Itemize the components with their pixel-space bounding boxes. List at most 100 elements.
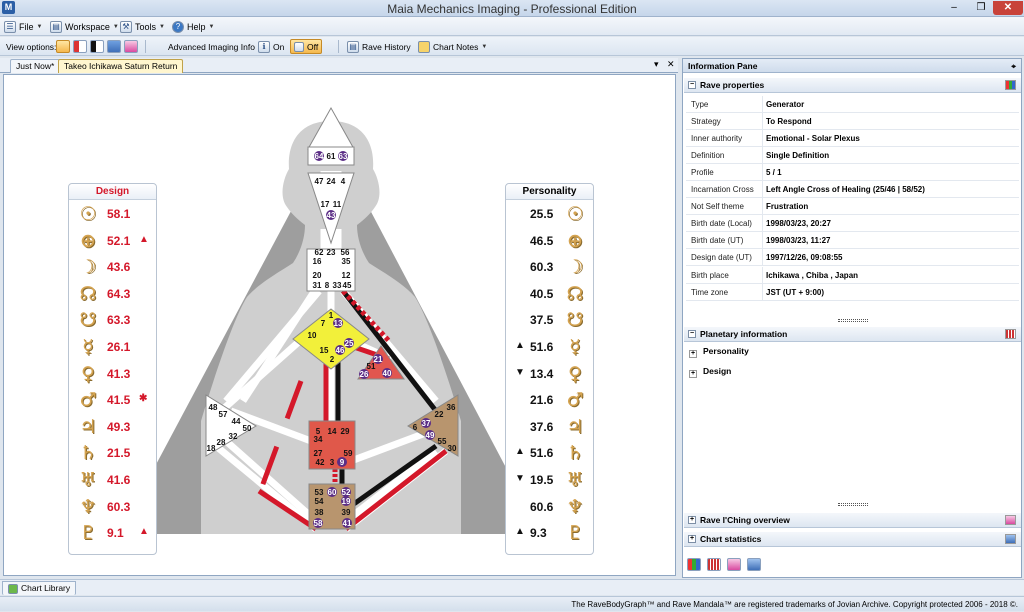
planet-row[interactable]: ☊ 64.3 bbox=[69, 283, 158, 309]
gate-44[interactable]: 44 bbox=[232, 417, 241, 426]
gate-61[interactable]: 61 bbox=[327, 152, 336, 161]
gate-27[interactable]: 27 bbox=[314, 449, 323, 458]
gate-9[interactable]: 9 bbox=[340, 458, 345, 467]
gate-20[interactable]: 20 bbox=[313, 271, 322, 280]
gate-16[interactable]: 16 bbox=[313, 257, 322, 266]
view-personality-icon[interactable] bbox=[90, 40, 104, 53]
gate-47[interactable]: 47 bbox=[315, 177, 324, 186]
gate-60[interactable]: 60 bbox=[328, 488, 337, 497]
planet-row[interactable]: ♇ 9.1 ▲ bbox=[69, 522, 158, 548]
gate-14[interactable]: 14 bbox=[328, 427, 337, 436]
gate-49[interactable]: 49 bbox=[426, 431, 435, 440]
planet-row[interactable]: ♂ 21.6 bbox=[506, 389, 595, 415]
gate-26[interactable]: 26 bbox=[360, 370, 369, 379]
gate-54[interactable]: 54 bbox=[315, 497, 324, 506]
splitter-grip[interactable] bbox=[838, 319, 868, 322]
gate-56[interactable]: 56 bbox=[341, 248, 350, 257]
gate-32[interactable]: 32 bbox=[229, 432, 238, 441]
collapse-icon[interactable]: − bbox=[688, 330, 696, 338]
rave-history-button[interactable]: ▤ Rave History bbox=[347, 39, 411, 54]
gate-42[interactable]: 42 bbox=[316, 458, 325, 467]
menu-file[interactable]: ☰ File ▼ bbox=[4, 19, 42, 34]
view-connection-icon[interactable] bbox=[124, 40, 138, 53]
gate-57[interactable]: 57 bbox=[219, 410, 228, 419]
gate-63[interactable]: 63 bbox=[339, 152, 348, 161]
gate-52[interactable]: 52 bbox=[342, 488, 351, 497]
info-off-toggle[interactable]: Off bbox=[290, 39, 323, 54]
iching-header[interactable]: + Rave I'Ching overview bbox=[684, 513, 1021, 528]
expand-icon[interactable]: + bbox=[688, 516, 696, 524]
chart-notes-button[interactable]: Chart Notes ▼ bbox=[418, 39, 487, 54]
view-graph-icon[interactable] bbox=[56, 40, 70, 53]
gate-12[interactable]: 12 bbox=[342, 271, 351, 280]
gate-4[interactable]: 4 bbox=[341, 177, 346, 186]
gate-29[interactable]: 29 bbox=[341, 427, 350, 436]
close-window-button[interactable]: ✕ bbox=[993, 1, 1023, 15]
tab-just-now[interactable]: Just Now* bbox=[10, 59, 61, 73]
gate-19[interactable]: 19 bbox=[342, 497, 351, 506]
maximize-button[interactable]: ❒ bbox=[970, 1, 992, 15]
menu-help[interactable]: ? Help ▼ bbox=[172, 19, 214, 34]
gate-62[interactable]: 62 bbox=[315, 248, 324, 257]
planet-row[interactable]: ☿ 26.1 bbox=[69, 336, 158, 362]
planet-row[interactable]: ☋ 37.5 bbox=[506, 309, 595, 335]
view-design-icon[interactable] bbox=[73, 40, 87, 53]
planet-row[interactable]: ♅ 41.6 bbox=[69, 469, 158, 495]
expand-icon[interactable]: + bbox=[689, 370, 697, 378]
planet-row[interactable]: ⊕ 46.5 bbox=[506, 230, 595, 256]
planet-row[interactable]: ☉ 25.5 bbox=[506, 203, 595, 229]
planet-row[interactable]: ♄ 21.5 bbox=[69, 442, 158, 468]
gate-31[interactable]: 31 bbox=[313, 281, 322, 290]
menu-tools[interactable]: ⚒ Tools ▼ bbox=[120, 19, 165, 34]
gate-35[interactable]: 35 bbox=[342, 257, 351, 266]
chart-stats-header[interactable]: + Chart statistics bbox=[684, 532, 1021, 547]
gate-8[interactable]: 8 bbox=[325, 281, 330, 290]
gate-30[interactable]: 30 bbox=[448, 444, 457, 453]
info-on-toggle[interactable]: ℹ On bbox=[258, 39, 284, 54]
planet-row[interactable]: ☽ 60.3 bbox=[506, 256, 595, 282]
gate-64[interactable]: 64 bbox=[315, 152, 324, 161]
tab-chart[interactable]: Takeo Ichikawa Saturn Return bbox=[58, 59, 184, 73]
gate-10[interactable]: 10 bbox=[308, 331, 317, 340]
gate-25[interactable]: 25 bbox=[345, 339, 354, 348]
gate-37[interactable]: 37 bbox=[422, 419, 431, 428]
chart-stats-icon[interactable] bbox=[747, 558, 761, 571]
planet-row[interactable]: ♅ 19.5 ▼ bbox=[506, 469, 595, 495]
planet-row[interactable]: ☉ 58.1 bbox=[69, 203, 158, 229]
planet-row[interactable]: ♀ 13.4 ▼ bbox=[506, 363, 595, 389]
pin-icon[interactable]: ⌖ bbox=[1011, 61, 1016, 72]
planet-row[interactable]: ♇ 9.3 ▲ bbox=[506, 522, 595, 548]
expand-icon[interactable]: + bbox=[689, 350, 697, 358]
gate-41[interactable]: 41 bbox=[343, 519, 352, 528]
gate-3[interactable]: 3 bbox=[330, 458, 335, 467]
planet-row[interactable]: ♂ 41.5 ✱ bbox=[69, 389, 158, 415]
gate-22[interactable]: 22 bbox=[435, 410, 444, 419]
gate-11[interactable]: 11 bbox=[333, 200, 342, 209]
gate-45[interactable]: 45 bbox=[343, 281, 352, 290]
gate-48[interactable]: 48 bbox=[209, 403, 218, 412]
gate-43[interactable]: 43 bbox=[327, 211, 336, 220]
iching-icon[interactable] bbox=[727, 558, 741, 571]
gate-38[interactable]: 38 bbox=[315, 508, 324, 517]
planet-row[interactable]: ☿ 51.6 ▲ bbox=[506, 336, 595, 362]
gate-34[interactable]: 34 bbox=[314, 435, 323, 444]
tree-design[interactable]: + Design bbox=[686, 366, 1019, 383]
menu-workspace[interactable]: ▤ Workspace ▼ bbox=[50, 19, 119, 34]
splitter-grip[interactable] bbox=[838, 503, 868, 506]
rave-properties-icon[interactable] bbox=[687, 558, 701, 571]
gate-55[interactable]: 55 bbox=[438, 437, 447, 446]
planetary-info-icon[interactable] bbox=[707, 558, 721, 571]
gate-23[interactable]: 23 bbox=[327, 248, 336, 257]
gate-40[interactable]: 40 bbox=[383, 369, 392, 378]
planet-row[interactable]: ☽ 43.6 bbox=[69, 256, 158, 282]
view-transit-icon[interactable] bbox=[107, 40, 121, 53]
gate-53[interactable]: 53 bbox=[315, 488, 324, 497]
gate-59[interactable]: 59 bbox=[344, 449, 353, 458]
gate-18[interactable]: 18 bbox=[207, 444, 216, 453]
tab-list-icon[interactable]: ▾ bbox=[654, 59, 659, 70]
minimize-button[interactable]: – bbox=[943, 1, 965, 15]
chart-library-tab[interactable]: Chart Library bbox=[2, 581, 77, 595]
planet-row[interactable]: ♄ 51.6 ▲ bbox=[506, 442, 595, 468]
gate-50[interactable]: 50 bbox=[243, 424, 252, 433]
planetary-info-header[interactable]: − Planetary information bbox=[684, 327, 1021, 342]
